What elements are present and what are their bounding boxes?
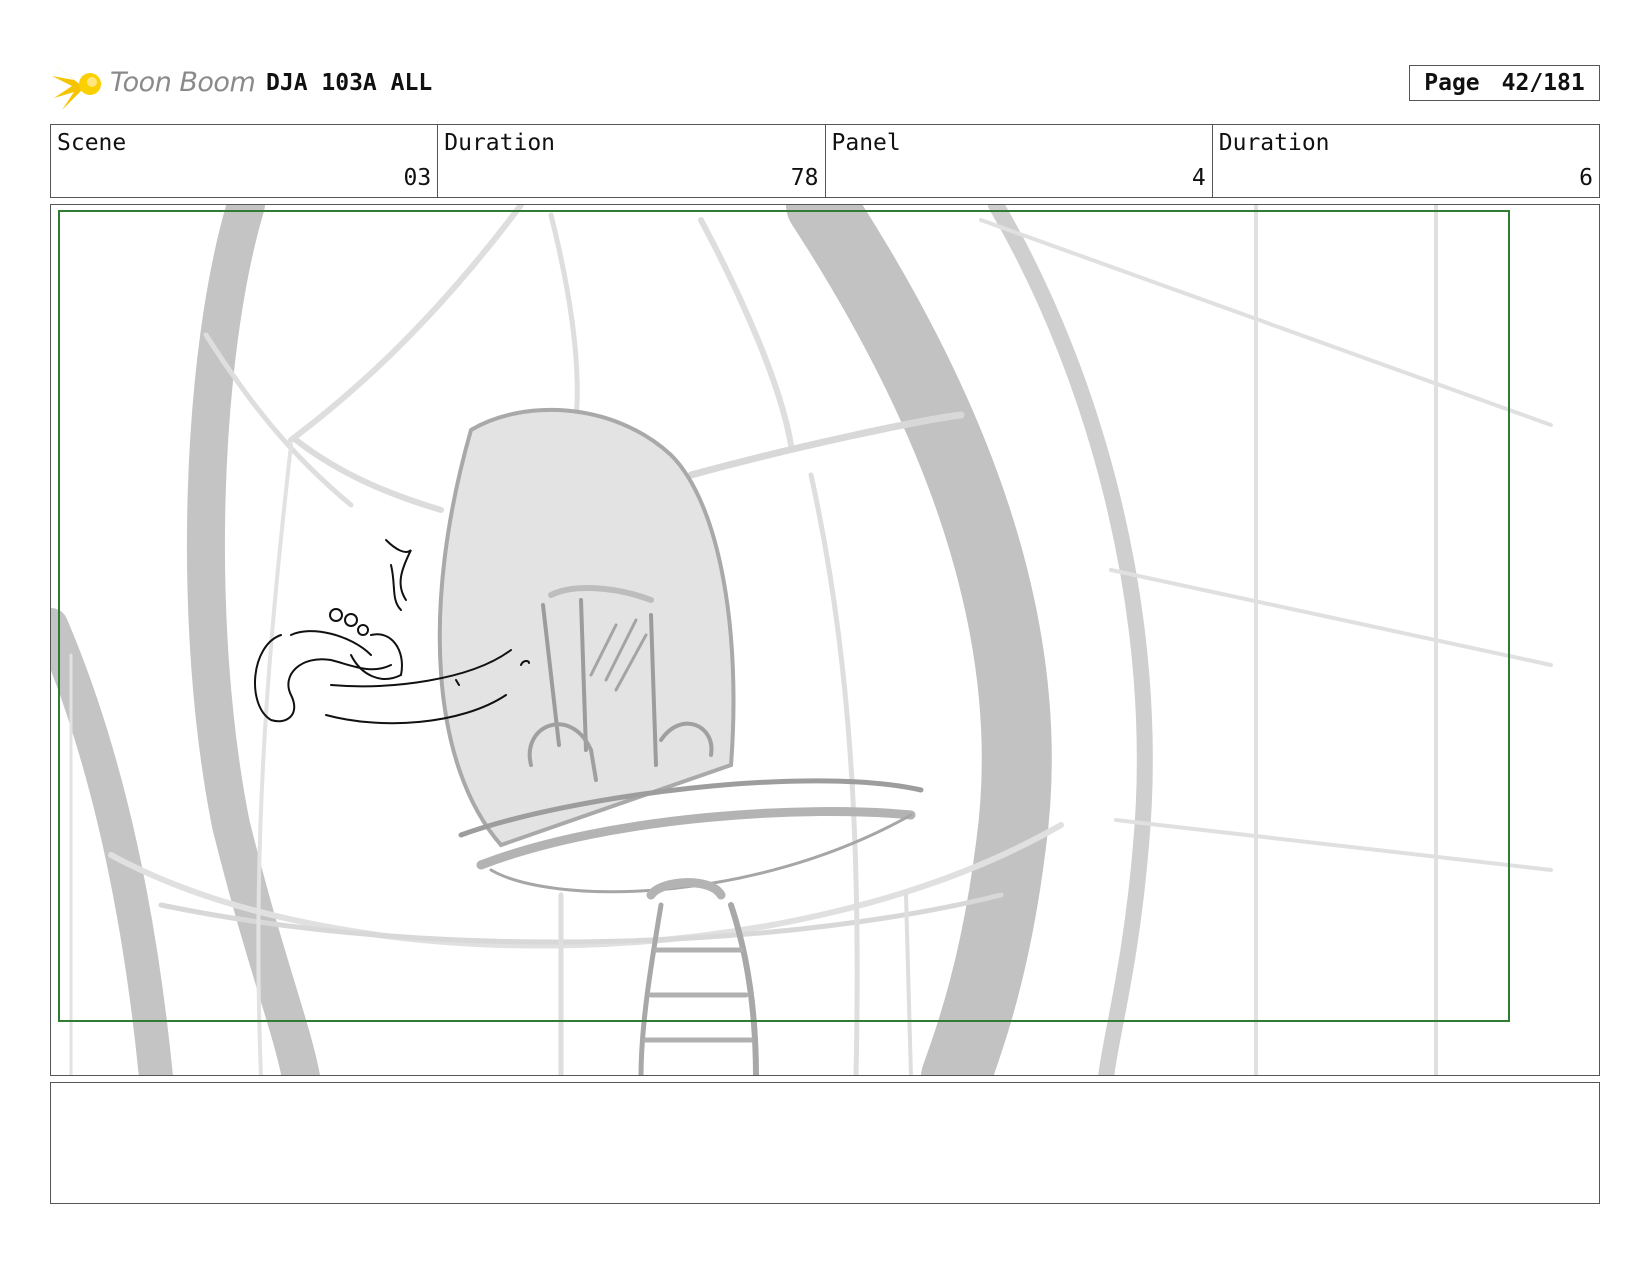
panel-duration-label: Duration xyxy=(1218,130,1330,156)
project-title: DJA 103A ALL xyxy=(266,70,433,96)
scene-cell: Scene 03 xyxy=(51,125,439,197)
panel-sketch xyxy=(51,205,1553,1075)
scene-info-table: Scene 03 Duration 78 Panel 4 Duration 6 xyxy=(50,124,1600,198)
toon-boom-logo: Toon Boom xyxy=(52,58,256,114)
page-number: 42/181 xyxy=(1501,70,1585,96)
background-sketch xyxy=(51,205,1553,1075)
panel-value: 4 xyxy=(1191,165,1206,191)
storyboard-panel xyxy=(50,204,1600,1076)
panel-notes-box xyxy=(50,1082,1600,1204)
panel-cell: Panel 4 xyxy=(826,125,1213,197)
page-label: Page xyxy=(1424,70,1480,96)
logo-text: Toon Boom xyxy=(110,67,256,98)
scene-label: Scene xyxy=(57,130,127,156)
panel-duration-cell: Duration 6 xyxy=(1213,125,1599,197)
starburst-icon xyxy=(52,64,101,110)
page-indicator: Page 42/181 xyxy=(1409,65,1600,101)
scene-value: 03 xyxy=(403,165,432,191)
panel-label: Panel xyxy=(831,130,901,156)
scene-duration-label: Duration xyxy=(444,130,556,156)
scene-duration-cell: Duration 78 xyxy=(438,125,826,197)
panel-duration-value: 6 xyxy=(1579,165,1593,191)
scene-duration-value: 78 xyxy=(790,165,819,191)
